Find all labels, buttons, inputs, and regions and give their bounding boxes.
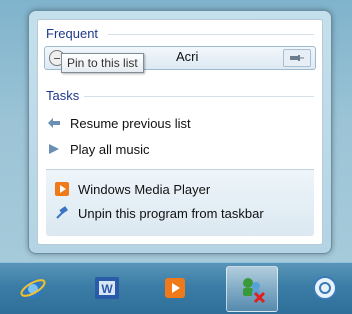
unpin-icon <box>54 205 70 221</box>
unpin-label: Unpin this program from taskbar <box>78 205 264 221</box>
taskbar-internet-explorer[interactable] <box>8 266 58 310</box>
taskbar-windows-media-player[interactable] <box>150 266 200 310</box>
program-windows-media-player[interactable]: Windows Media Player <box>54 178 210 200</box>
jump-list: Frequent Acri Pin to this list Tasks Res <box>28 10 332 254</box>
task-resume-previous-list[interactable]: Resume previous list <box>46 112 191 134</box>
task-play-all-music[interactable]: Play all music <box>46 138 149 160</box>
frequent-item-label: Acri <box>176 49 199 64</box>
unpin-from-taskbar[interactable]: Unpin this program from taskbar <box>54 202 264 224</box>
word-icon: W <box>95 277 119 299</box>
frequent-divider <box>108 34 314 35</box>
program-section: Windows Media Player Unpin this program … <box>46 169 314 236</box>
task-label: Resume previous list <box>70 115 191 131</box>
media-player-icon <box>165 278 185 298</box>
network-icon <box>243 278 266 304</box>
taskbar: W <box>0 262 352 314</box>
media-player-icon <box>54 181 70 197</box>
svg-text:W: W <box>101 282 113 296</box>
taskbar-network[interactable] <box>226 266 278 312</box>
taskbar-word[interactable]: W <box>82 266 132 310</box>
tasks-divider <box>84 96 314 97</box>
taskbar-live-messenger[interactable] <box>300 266 350 310</box>
task-label: Play all music <box>70 141 150 157</box>
messenger-icon <box>313 276 337 300</box>
program-label: Windows Media Player <box>78 181 211 197</box>
tasks-header: Tasks <box>46 88 80 103</box>
jump-list-panel: Frequent Acri Pin to this list Tasks Res <box>37 19 323 245</box>
frequent-header: Frequent <box>46 26 99 41</box>
pin-icon <box>290 55 304 61</box>
play-icon <box>46 141 62 157</box>
arrow-left-icon <box>46 115 62 131</box>
pin-tooltip: Pin to this list <box>61 53 144 73</box>
pin-button[interactable] <box>283 49 311 67</box>
ie-icon <box>20 279 46 298</box>
